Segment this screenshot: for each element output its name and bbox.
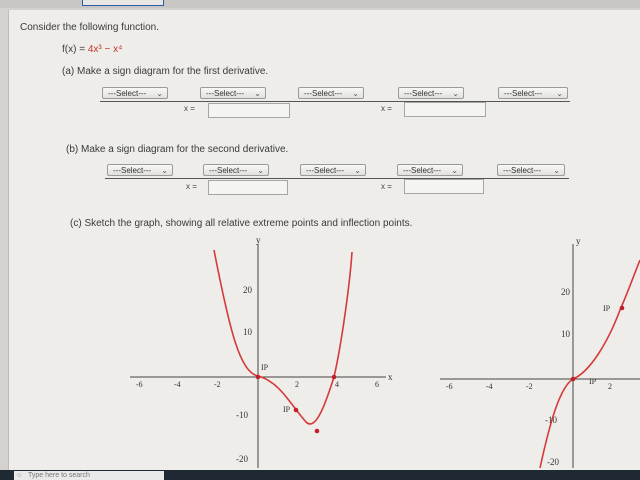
chevron-down-icon: ⌄ xyxy=(553,166,560,175)
x-tick-label: -4 xyxy=(174,380,181,389)
x-intercept-point xyxy=(331,374,337,380)
y-tick-label: -10 xyxy=(236,410,248,420)
part-a-critical-point-input-1[interactable] xyxy=(208,103,290,118)
select-text: ---Select--- xyxy=(108,89,147,98)
part-b-inflection-input-2[interactable] xyxy=(404,179,484,194)
y-tick-label: 10 xyxy=(243,327,253,337)
function-curve xyxy=(213,249,353,425)
function-expression: 4x³ − x⁴ xyxy=(87,44,123,55)
question-intro: Consider the following function. xyxy=(20,22,159,33)
select-text: ---Select--- xyxy=(209,166,248,175)
part-b-select-3[interactable]: ---Select--- ⌄ xyxy=(300,164,366,176)
chevron-down-icon: ⌄ xyxy=(452,89,459,98)
chevron-down-icon: ⌄ xyxy=(354,166,361,175)
select-text: ---Select--- xyxy=(404,89,443,98)
ip-annotation: IP xyxy=(603,304,611,313)
part-a-prompt: (a) Make a sign diagram for the first de… xyxy=(62,66,269,77)
chevron-down-icon: ⌄ xyxy=(161,166,168,175)
minimum-point xyxy=(314,428,320,434)
chevron-down-icon: ⌄ xyxy=(451,166,458,175)
part-b-inflection-input-1[interactable] xyxy=(208,180,288,195)
search-placeholder: Type here to search xyxy=(28,472,90,479)
x-tick-label: -2 xyxy=(526,382,533,391)
search-icon: ○ xyxy=(17,472,22,479)
part-a-select-1[interactable]: ---Select--- ⌄ xyxy=(102,87,168,99)
part-b-x-label-2: x = xyxy=(381,182,392,191)
chevron-down-icon: ⌄ xyxy=(352,89,359,98)
graph-option-1[interactable]: y x 20 10 -10 -20 -6 -4 -2 2 4 6 IP IP xyxy=(130,232,400,470)
y-axis-label: y xyxy=(576,236,581,246)
chevron-down-icon: ⌄ xyxy=(556,89,563,98)
x-tick-label: -2 xyxy=(214,380,221,389)
inflection-point xyxy=(255,374,261,380)
ip-annotation: IP xyxy=(261,363,269,372)
part-b-prompt: (b) Make a sign diagram for the second d… xyxy=(66,144,289,155)
part-c-prompt: (c) Sketch the graph, showing all relati… xyxy=(70,218,413,229)
y-tick-label: 20 xyxy=(243,285,253,295)
part-b-select-2[interactable]: ---Select--- ⌄ xyxy=(203,164,269,176)
x-axis-label: x xyxy=(388,372,393,382)
select-text: ---Select--- xyxy=(306,166,345,175)
part-b-x-label-1: x = xyxy=(186,182,197,191)
chevron-down-icon: ⌄ xyxy=(254,89,261,98)
select-text: ---Select--- xyxy=(504,89,543,98)
select-text: ---Select--- xyxy=(403,166,442,175)
part-b-number-line xyxy=(105,178,569,179)
graph-option-2[interactable]: y 20 10 -10 -20 -6 -4 -2 2 IP IP xyxy=(440,232,640,470)
function-curve xyxy=(539,259,640,469)
part-a-x-label-2: x = xyxy=(381,104,392,113)
y-axis-label: y xyxy=(256,235,261,245)
inflection-point xyxy=(570,376,576,382)
x-tick-label: -6 xyxy=(136,380,143,389)
x-tick-label: 2 xyxy=(295,380,299,389)
select-text: ---Select--- xyxy=(503,166,542,175)
part-a-select-4[interactable]: ---Select--- ⌄ xyxy=(398,87,464,99)
part-a-critical-point-input-2[interactable] xyxy=(404,102,486,117)
part-b-select-4[interactable]: ---Select--- ⌄ xyxy=(397,164,463,176)
part-a-number-line xyxy=(100,101,570,102)
inflection-point xyxy=(619,305,625,311)
chevron-down-icon: ⌄ xyxy=(257,166,264,175)
part-b-select-5[interactable]: ---Select--- ⌄ xyxy=(497,164,565,176)
active-tab-indicator[interactable] xyxy=(82,0,164,6)
y-tick-label: -20 xyxy=(547,457,559,467)
x-tick-label: 2 xyxy=(608,382,612,391)
part-a-select-5[interactable]: ---Select--- ⌄ xyxy=(498,87,568,99)
part-b-select-1[interactable]: ---Select--- ⌄ xyxy=(107,164,173,176)
chevron-down-icon: ⌄ xyxy=(156,89,163,98)
y-tick-label: -20 xyxy=(236,454,248,464)
part-a-x-label-1: x = xyxy=(184,104,195,113)
select-text: ---Select--- xyxy=(113,166,152,175)
x-tick-label: 6 xyxy=(375,380,379,389)
y-tick-label: 10 xyxy=(561,329,571,339)
ip-annotation: IP xyxy=(589,377,597,386)
part-a-select-2[interactable]: ---Select--- ⌄ xyxy=(200,87,266,99)
x-tick-label: 4 xyxy=(335,380,339,389)
x-tick-label: -4 xyxy=(486,382,493,391)
function-definition: f(x) = 4x³ − x⁴ xyxy=(62,44,122,55)
y-tick-label: 20 xyxy=(561,287,571,297)
taskbar-search-box[interactable]: ○ Type here to search xyxy=(14,471,164,480)
select-text: ---Select--- xyxy=(304,89,343,98)
inflection-point xyxy=(293,407,299,413)
ip-annotation: IP xyxy=(283,405,291,414)
function-prefix: f(x) = xyxy=(62,44,88,55)
x-tick-label: -6 xyxy=(446,382,453,391)
select-text: ---Select--- xyxy=(206,89,245,98)
part-a-select-3[interactable]: ---Select--- ⌄ xyxy=(298,87,364,99)
